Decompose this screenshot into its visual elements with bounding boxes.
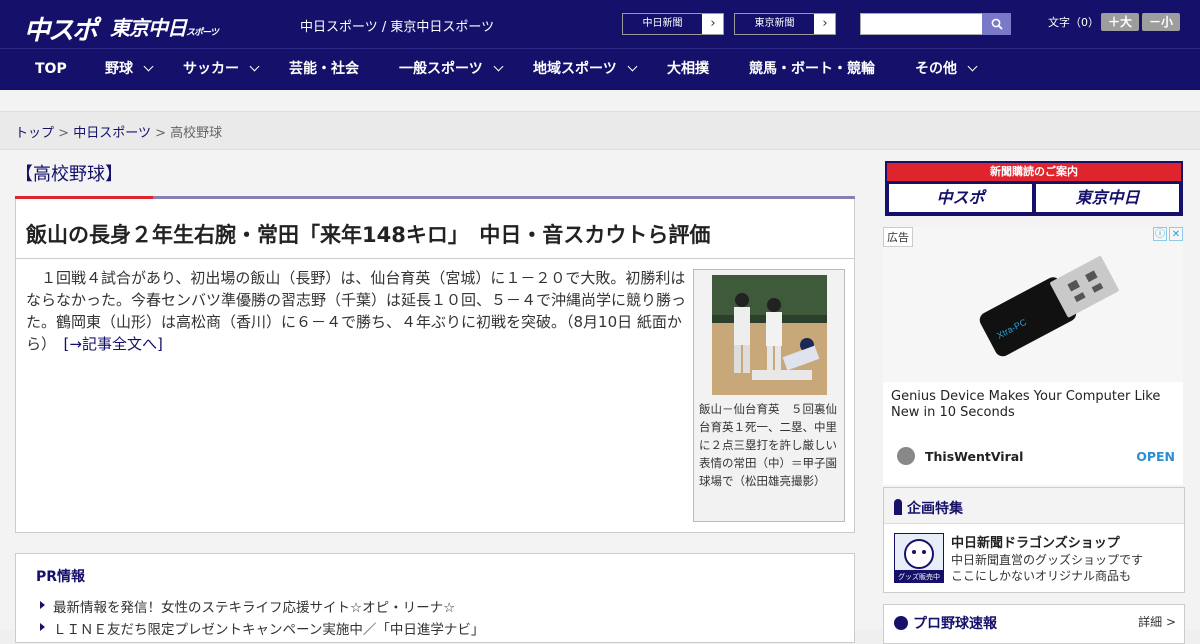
article-headline: 飯山の長身２年生右腕・常田「来年148キロ」 中日・音スカウトら評価 — [26, 223, 711, 247]
chunichi-sports-logo-small: 中スポ — [889, 184, 1032, 212]
nav-item-baseball[interactable]: 野球 — [105, 49, 154, 90]
breadcrumb-section[interactable]: 中日スポーツ — [73, 126, 151, 141]
chevron-down-icon — [143, 61, 154, 72]
chevron-down-icon — [493, 61, 504, 72]
ad-controls: ⓘ ✕ — [1153, 227, 1183, 241]
read-more-link[interactable]: [→記事全文へ] — [64, 335, 163, 353]
ad-label: 広告 — [883, 227, 913, 247]
nav-item-label: その他 — [915, 61, 957, 77]
breadcrumb-home[interactable]: トップ — [15, 126, 54, 141]
site-name: 中日スポーツ / 東京中日スポーツ — [300, 20, 495, 35]
tokyo-chunichi-logo-small: スポーツ — [186, 28, 219, 38]
font-smaller-button[interactable]: －小 — [1142, 13, 1180, 31]
subscription-title: 新聞購読のご案内 — [887, 163, 1181, 181]
nav-item-other[interactable]: その他 — [915, 49, 978, 90]
nav-item-entertainment[interactable]: 芸能・社会 — [289, 49, 359, 90]
tokyo-shimbun-label: 東京新聞 — [735, 14, 815, 34]
nav-item-label: 芸能・社会 — [289, 61, 359, 77]
feature-item-name[interactable]: 中日新聞ドラゴンズショップ — [951, 532, 1120, 551]
search-icon — [991, 18, 1003, 30]
nav-item-label: 野球 — [105, 61, 133, 77]
search-input[interactable] — [860, 13, 983, 35]
tokyo-chunichi-logo-text: 東京中日 — [110, 16, 187, 40]
article-photo-box: 飯山－仙台育英 ５回裏仙台育英１死一、二塁、中里に２点三塁打を許し厳しい表情の常… — [693, 269, 845, 522]
chevron-right-icon: › — [710, 16, 716, 31]
breadcrumb-separator: > — [58, 126, 70, 141]
ad-headline: Genius Device Makes Your Computer Like N… — [891, 389, 1161, 420]
feature-desc-line: ここにしかないオリジナル商品も — [951, 569, 1132, 583]
pr-item[interactable]: ＬＩＮＥ友だち限定プレゼントキャンペーン実施中／「中日進学ナビ」 — [40, 618, 484, 638]
dragons-shop-thumbnail[interactable]: グッズ販売中 — [894, 533, 944, 583]
divider — [16, 258, 854, 259]
nav-item-sumo[interactable]: 大相撲 — [667, 49, 709, 90]
tokyo-shimbun-link[interactable]: 東京新聞 › — [734, 13, 836, 35]
chevron-right-icon: › — [822, 16, 828, 31]
pr-item-text: ＬＩＮＥ友だち限定プレゼントキャンペーン実施中／「中日進学ナビ」 — [53, 622, 485, 638]
score-box: プロ野球速報 詳細 > — [883, 604, 1185, 644]
article-body: １回戦４試合があり、初出場の飯山（長野）は、仙台育英（宮城）に１－２０で大敗。初… — [26, 267, 686, 355]
nav-item-label: 一般スポーツ — [399, 61, 483, 77]
feature-header: 企画特集 — [884, 488, 1184, 524]
nav-item-label: 競馬・ボート・競輪 — [749, 61, 875, 77]
breadcrumb-separator: > — [155, 126, 166, 141]
pr-title: PR情報 — [36, 569, 86, 585]
pr-item-text: 最新情報を発信！女性のステキライフ応援サイト☆オピ・リーナ☆ — [53, 600, 456, 616]
font-size-label: 文字（0） — [1048, 16, 1099, 29]
nav-item-label: 大相撲 — [667, 61, 709, 77]
chevron-down-icon — [967, 61, 978, 72]
nav-item-label: TOP — [35, 61, 67, 77]
nav-item-general-sports[interactable]: 一般スポーツ — [399, 49, 504, 90]
chunichi-shimbun-link[interactable]: 中日新聞 › — [622, 13, 724, 35]
ribbon-icon — [894, 499, 902, 515]
article-photo[interactable] — [712, 275, 827, 395]
subscription-banner[interactable]: 新聞購読のご案内 中スポ 東京中日 — [885, 161, 1183, 216]
feature-item-desc: 中日新聞直営のグッズショップです ここにしかないオリジナル商品も — [951, 552, 1143, 584]
photo-caption: 飯山－仙台育英 ５回裏仙台育英１死一、二塁、中里に２点三塁打を許し厳しい表情の常… — [699, 402, 837, 488]
feature-desc-line: 中日新聞直営のグッズショップです — [951, 553, 1144, 567]
section-title: 【高校野球】 — [15, 164, 123, 185]
ad-source: ThisWentViral — [925, 449, 1024, 464]
score-header: プロ野球速報 — [894, 613, 997, 633]
feature-box: 企画特集 グッズ販売中 中日新聞ドラゴンズショップ 中日新聞直営のグッズショップ… — [883, 487, 1185, 593]
search-button[interactable] — [982, 13, 1011, 35]
nav-item-top[interactable]: TOP — [35, 49, 67, 90]
ad-strip — [0, 90, 1200, 112]
feature-title: 企画特集 — [907, 501, 963, 517]
baseball-scene-image — [712, 275, 827, 395]
chevron-down-icon — [627, 61, 638, 72]
article-card: 飯山の長身２年生右腕・常田「来年148キロ」 中日・音スカウトら評価 １回戦４試… — [15, 199, 855, 533]
breadcrumb-current: 高校野球 — [170, 126, 223, 141]
breadcrumb: トップ > 中日スポーツ > 高校野球 — [0, 112, 1200, 150]
site-header: 中スポ 東京中日スポーツ 中日スポーツ / 東京中日スポーツ 中日新聞 › 東京… — [0, 0, 1200, 48]
tokyo-chunichi-logo-small: 東京中日 — [1036, 184, 1179, 212]
globe-icon — [897, 447, 915, 465]
nav-item-racing[interactable]: 競馬・ボート・競輪 — [749, 49, 875, 90]
nav-item-label: 地域スポーツ — [533, 61, 617, 77]
usb-device-image: Xtra-PC — [883, 227, 1183, 382]
ad-info-icon[interactable]: ⓘ — [1153, 227, 1167, 241]
thumb-label: グッズ販売中 — [898, 572, 940, 581]
close-icon[interactable]: ✕ — [1169, 227, 1183, 241]
ad-box[interactable]: Xtra-PC 広告 ⓘ ✕ Genius Device Makes Your … — [883, 227, 1183, 485]
nav-item-label: サッカー — [183, 61, 239, 77]
tokyo-chunichi-logo[interactable]: 東京中日スポーツ — [110, 12, 219, 41]
nav-item-regional-sports[interactable]: 地域スポーツ — [533, 49, 638, 90]
chunichi-shimbun-label: 中日新聞 — [623, 14, 703, 34]
nav-item-soccer[interactable]: サッカー — [183, 49, 260, 90]
font-bigger-button[interactable]: ＋大 — [1101, 13, 1139, 31]
chunichi-sports-logo[interactable]: 中スポ — [24, 10, 98, 47]
score-details-link[interactable]: 詳細 > — [1138, 613, 1176, 630]
pr-item[interactable]: 最新情報を発信！女性のステキライフ応援サイト☆オピ・リーナ☆ — [40, 596, 455, 616]
baseball-icon — [894, 616, 908, 630]
chevron-down-icon — [249, 61, 260, 72]
ad-open-button[interactable]: OPEN — [1136, 449, 1175, 464]
main-nav: TOP 野球 サッカー 芸能・社会 一般スポーツ 地域スポーツ 大相撲 競馬・ボ… — [0, 48, 1200, 90]
